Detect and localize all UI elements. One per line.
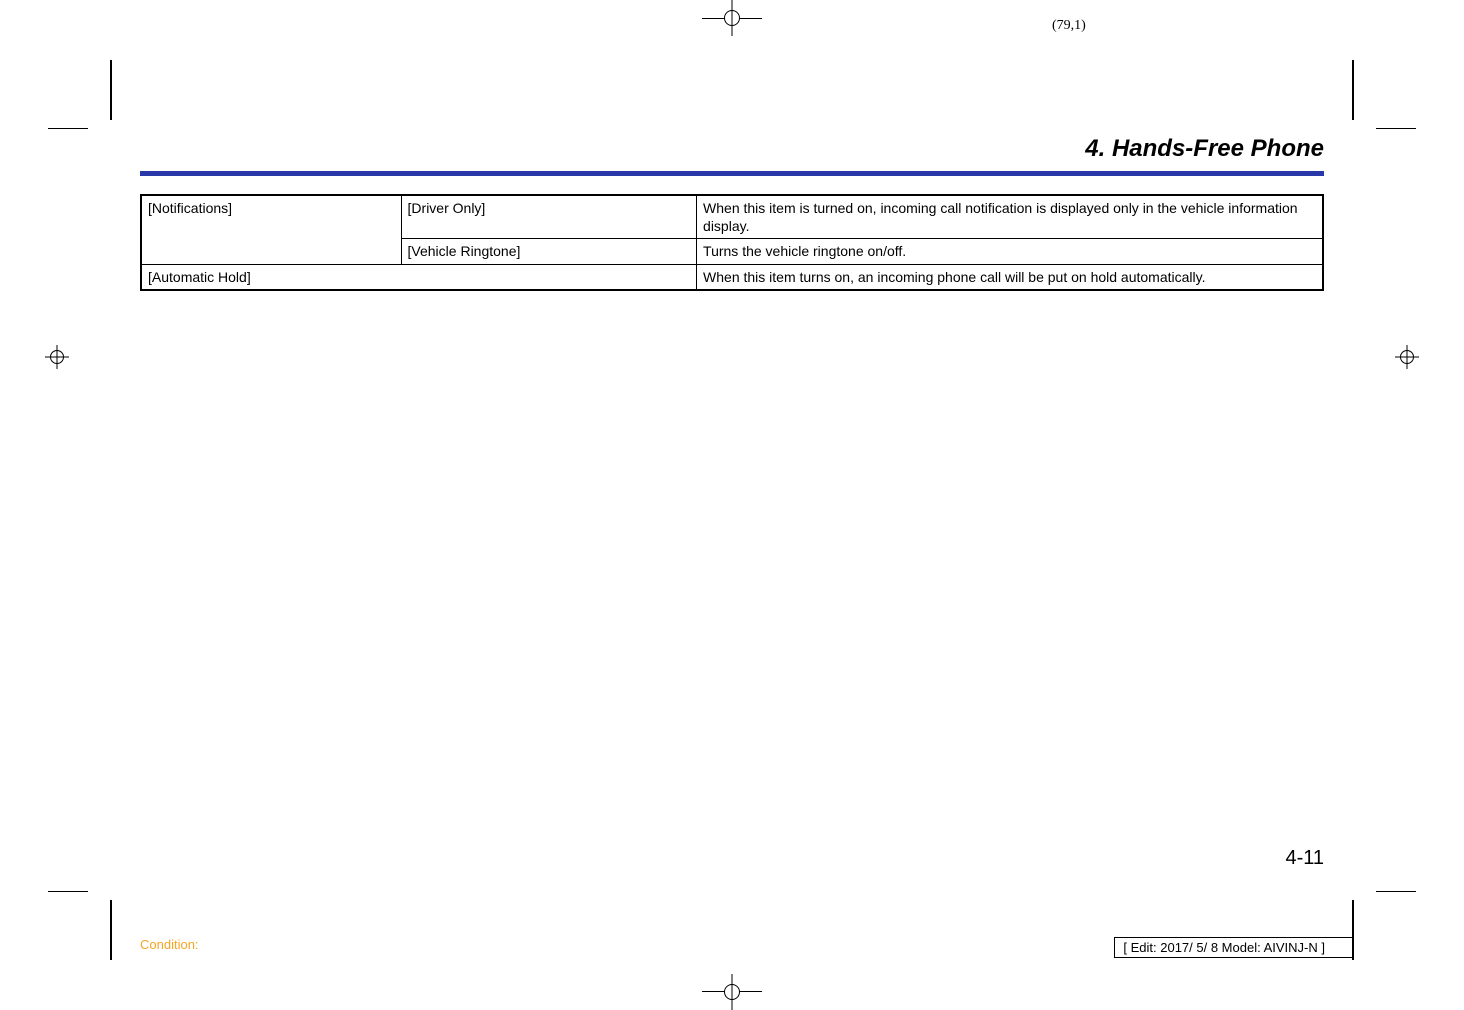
page-coordinate: (79,1) <box>1052 18 1086 34</box>
trim-mark <box>110 60 112 120</box>
registration-mark-icon <box>1395 345 1419 369</box>
setting-name: [Notifications] <box>141 195 401 264</box>
page-number: 4-11 <box>1285 847 1324 870</box>
trim-tick <box>48 128 88 129</box>
trim-mark <box>110 900 112 960</box>
section-title: 4. Hands-Free Phone <box>140 135 1324 163</box>
setting-description: When this item turns on, an incoming pho… <box>697 264 1323 290</box>
table-row: [Automatic Hold] When this item turns on… <box>141 264 1323 290</box>
setting-description: Turns the vehicle ringtone on/off. <box>697 239 1323 264</box>
crop-mark-top <box>702 0 762 40</box>
trim-mark <box>1352 60 1354 120</box>
trim-tick <box>48 891 88 892</box>
setting-name: [Automatic Hold] <box>141 264 697 290</box>
page-content: 4. Hands-Free Phone [Notifications] [Dri… <box>140 135 1324 291</box>
title-rule <box>140 171 1324 176</box>
trim-tick <box>1376 128 1416 129</box>
edit-info-box: [ Edit: 2017/ 5/ 8 Model: AIVINJ-N ] <box>1114 937 1354 958</box>
registration-mark-icon <box>45 345 69 369</box>
table-row: [Notifications] [Driver Only] When this … <box>141 195 1323 239</box>
condition-label: Condition: <box>140 937 199 952</box>
setting-option: [Driver Only] <box>401 195 697 239</box>
setting-option: [Vehicle Ringtone] <box>401 239 697 264</box>
trim-tick <box>1376 891 1416 892</box>
crop-mark-bottom <box>702 970 762 1010</box>
setting-description: When this item is turned on, incoming ca… <box>697 195 1323 239</box>
settings-table: [Notifications] [Driver Only] When this … <box>140 194 1324 291</box>
